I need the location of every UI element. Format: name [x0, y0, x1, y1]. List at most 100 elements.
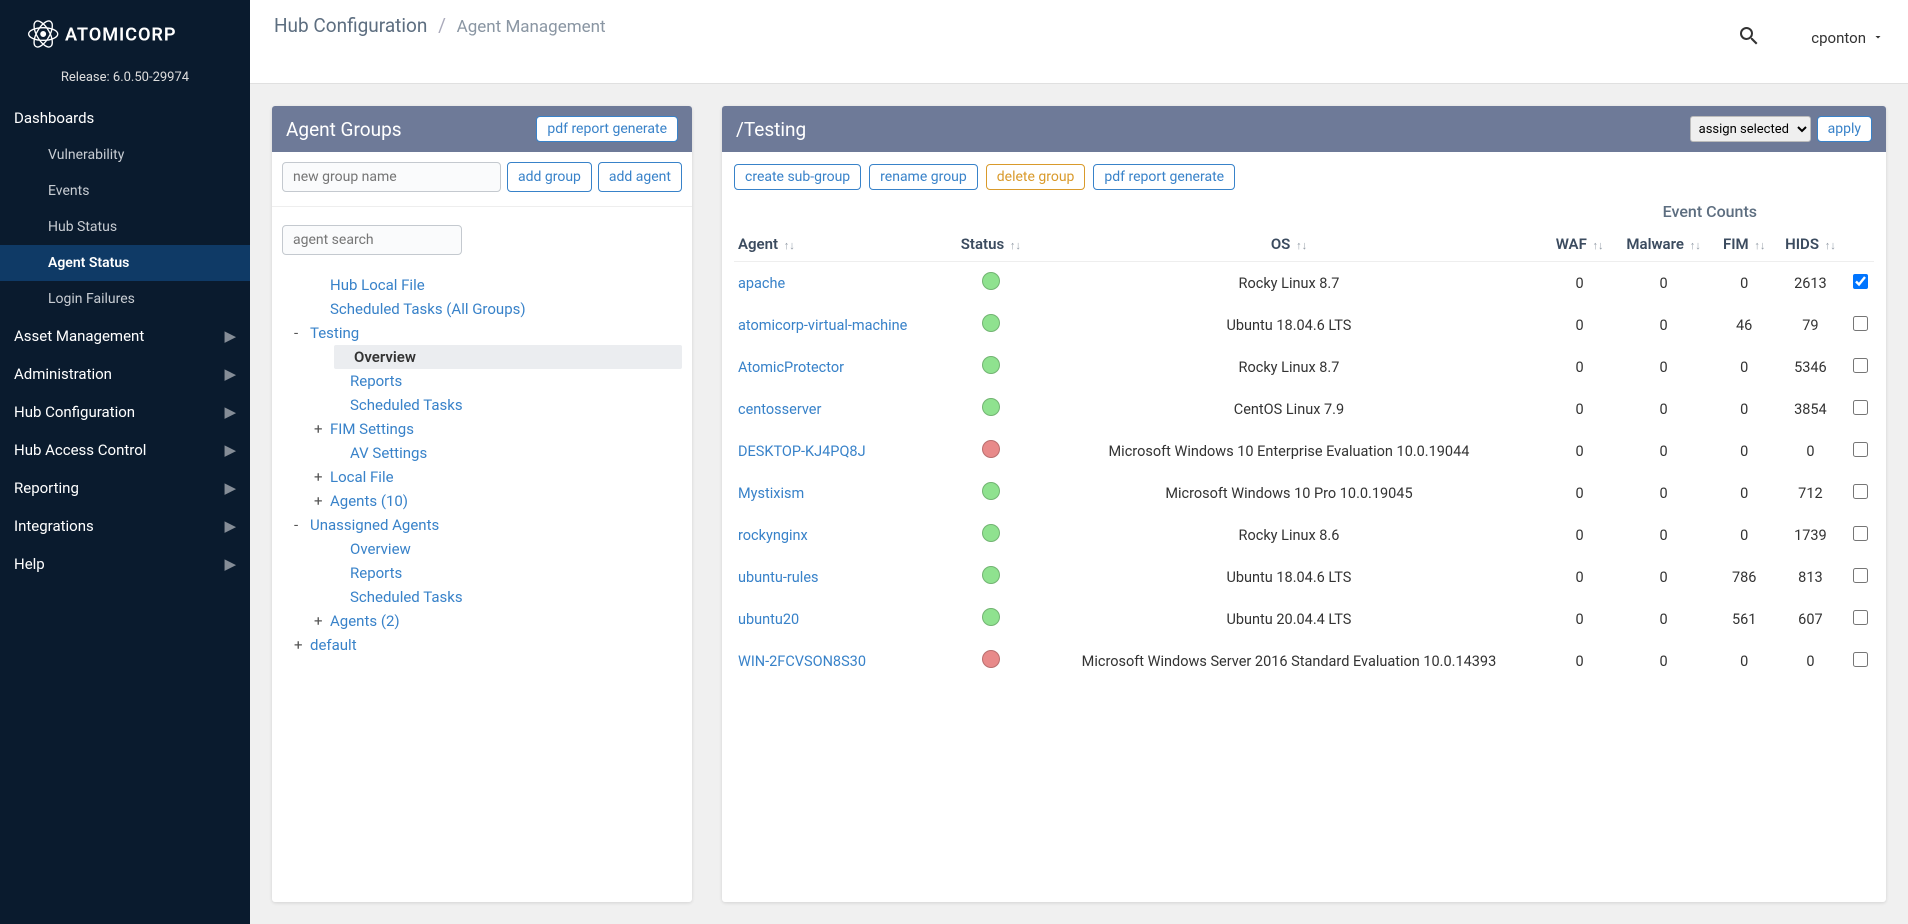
- expand-icon[interactable]: +: [314, 492, 326, 510]
- row-checkbox[interactable]: [1853, 274, 1868, 289]
- fim-cell: 0: [1714, 262, 1775, 305]
- nav-sub-login-failures[interactable]: Login Failures: [0, 281, 250, 317]
- os-cell: Rocky Linux 8.7: [1032, 346, 1545, 388]
- status-dot: [982, 566, 1000, 584]
- col-os[interactable]: OS ↑↓: [1032, 227, 1545, 262]
- sort-icon: ↑↓: [1825, 239, 1836, 252]
- row-checkbox[interactable]: [1853, 526, 1868, 541]
- tree-agents-2-[interactable]: +Agents (2): [314, 609, 682, 633]
- fim-cell: 0: [1714, 430, 1775, 472]
- expand-icon[interactable]: +: [314, 420, 326, 438]
- agent-link[interactable]: apache: [738, 275, 785, 292]
- expand-icon[interactable]: +: [314, 612, 326, 630]
- nav-sub-hub-status[interactable]: Hub Status: [0, 209, 250, 245]
- tree-local-file[interactable]: +Local File: [314, 465, 682, 489]
- apply-button[interactable]: apply: [1817, 116, 1872, 142]
- nav-asset-management[interactable]: Asset Management▶: [0, 317, 250, 355]
- tree-scheduled-tasks-all-groups-[interactable]: Scheduled Tasks (All Groups): [314, 297, 682, 321]
- tree-testing[interactable]: -Testing: [294, 321, 682, 345]
- col-fim[interactable]: FIM ↑↓: [1714, 227, 1775, 262]
- agent-link[interactable]: centosserver: [738, 401, 821, 418]
- tree-overview[interactable]: Overview: [334, 537, 682, 561]
- group-detail-title: /Testing: [736, 118, 806, 141]
- nav-reporting[interactable]: Reporting▶: [0, 469, 250, 507]
- nav-sub-agent-status[interactable]: Agent Status: [0, 245, 250, 281]
- row-checkbox[interactable]: [1853, 610, 1868, 625]
- agent-link[interactable]: DESKTOP-KJ4PQ8J: [738, 443, 866, 460]
- malware-cell: 0: [1614, 388, 1714, 430]
- malware-cell: 0: [1614, 472, 1714, 514]
- tree-scheduled-tasks[interactable]: Scheduled Tasks: [334, 585, 682, 609]
- status-dot: [982, 314, 1000, 332]
- malware-cell: 0: [1614, 346, 1714, 388]
- agent-link[interactable]: Mystixism: [738, 485, 804, 502]
- nav-sub-events[interactable]: Events: [0, 173, 250, 209]
- table-row: MystixismMicrosoft Windows 10 Pro 10.0.1…: [734, 472, 1874, 514]
- nav-integrations[interactable]: Integrations▶: [0, 507, 250, 545]
- nav-administration[interactable]: Administration▶: [0, 355, 250, 393]
- expand-icon[interactable]: -: [294, 516, 306, 534]
- nav-sub-vulnerability[interactable]: Vulnerability: [0, 137, 250, 173]
- delete-group-button[interactable]: delete group: [986, 164, 1086, 190]
- agent-link[interactable]: ubuntu20: [738, 611, 799, 628]
- col-agent[interactable]: Agent ↑↓: [734, 227, 949, 262]
- tree-hub-local-file[interactable]: Hub Local File: [314, 273, 682, 297]
- row-checkbox[interactable]: [1853, 652, 1868, 667]
- agents-table-wrap[interactable]: Event Counts Agent ↑↓Status ↑↓OS ↑↓WAF ↑…: [722, 202, 1886, 902]
- nav-hub-access-control[interactable]: Hub Access Control▶: [0, 431, 250, 469]
- col-hids[interactable]: HIDS ↑↓: [1775, 227, 1846, 262]
- row-checkbox[interactable]: [1853, 442, 1868, 457]
- breadcrumb-root[interactable]: Hub Configuration: [274, 14, 427, 37]
- table-row: AtomicProtectorRocky Linux 8.70005346: [734, 346, 1874, 388]
- tree-av-settings[interactable]: AV Settings: [334, 441, 682, 465]
- expand-icon[interactable]: +: [314, 468, 326, 486]
- row-checkbox[interactable]: [1853, 400, 1868, 415]
- create-sub-group-button[interactable]: create sub-group: [734, 164, 861, 190]
- pdf-report-button[interactable]: pdf report generate: [536, 116, 678, 142]
- malware-cell: 0: [1614, 598, 1714, 640]
- new-group-input[interactable]: [282, 162, 501, 192]
- agent-link[interactable]: AtomicProtector: [738, 359, 844, 376]
- user-menu[interactable]: cponton: [1811, 29, 1884, 47]
- agent-link[interactable]: ubuntu-rules: [738, 569, 819, 586]
- col-waf[interactable]: WAF ↑↓: [1546, 227, 1614, 262]
- table-row: centosserverCentOS Linux 7.90003854: [734, 388, 1874, 430]
- tree-reports[interactable]: Reports: [334, 369, 682, 393]
- add-agent-button[interactable]: add agent: [598, 162, 682, 192]
- agent-link[interactable]: WIN-2FCVSON8S30: [738, 653, 866, 670]
- col-status[interactable]: Status ↑↓: [949, 227, 1032, 262]
- tree-reports[interactable]: Reports: [334, 561, 682, 585]
- tree-scheduled-tasks[interactable]: Scheduled Tasks: [334, 393, 682, 417]
- nav-hub-configuration[interactable]: Hub Configuration▶: [0, 393, 250, 431]
- tree-fim-settings[interactable]: +FIM Settings: [314, 417, 682, 441]
- row-checkbox[interactable]: [1853, 484, 1868, 499]
- row-checkbox[interactable]: [1853, 568, 1868, 583]
- hids-cell: 5346: [1775, 346, 1846, 388]
- add-group-button[interactable]: add group: [507, 162, 592, 192]
- row-checkbox[interactable]: [1853, 358, 1868, 373]
- tree-overview[interactable]: Overview: [334, 345, 682, 369]
- tree-default[interactable]: +default: [294, 633, 682, 657]
- agent-link[interactable]: rockynginx: [738, 527, 808, 544]
- assign-selected-dropdown[interactable]: assign selected: [1690, 116, 1811, 142]
- nav-dashboards[interactable]: Dashboards: [0, 99, 250, 137]
- hids-cell: 0: [1775, 640, 1846, 682]
- nav-help[interactable]: Help▶: [0, 545, 250, 583]
- expand-icon[interactable]: +: [294, 636, 306, 654]
- expand-icon[interactable]: -: [294, 324, 306, 342]
- search-icon[interactable]: [1737, 24, 1761, 52]
- breadcrumb: Hub Configuration / Agent Management: [274, 14, 606, 37]
- agent-groups-panel: Agent Groups pdf report generate add gro…: [272, 106, 692, 902]
- agent-link[interactable]: atomicorp-virtual-machine: [738, 317, 907, 334]
- row-checkbox[interactable]: [1853, 316, 1868, 331]
- rename-group-button[interactable]: rename group: [869, 164, 978, 190]
- pdf-report-generate-button[interactable]: pdf report generate: [1093, 164, 1235, 190]
- col-malware[interactable]: Malware ↑↓: [1614, 227, 1714, 262]
- hids-cell: 79: [1775, 304, 1846, 346]
- sort-icon: ↑↓: [1593, 239, 1604, 252]
- tree-agents-10-[interactable]: +Agents (10): [314, 489, 682, 513]
- tree-unassigned-agents[interactable]: -Unassigned Agents: [294, 513, 682, 537]
- agent-search-input[interactable]: [282, 225, 462, 255]
- hids-cell: 1739: [1775, 514, 1846, 556]
- hids-cell: 712: [1775, 472, 1846, 514]
